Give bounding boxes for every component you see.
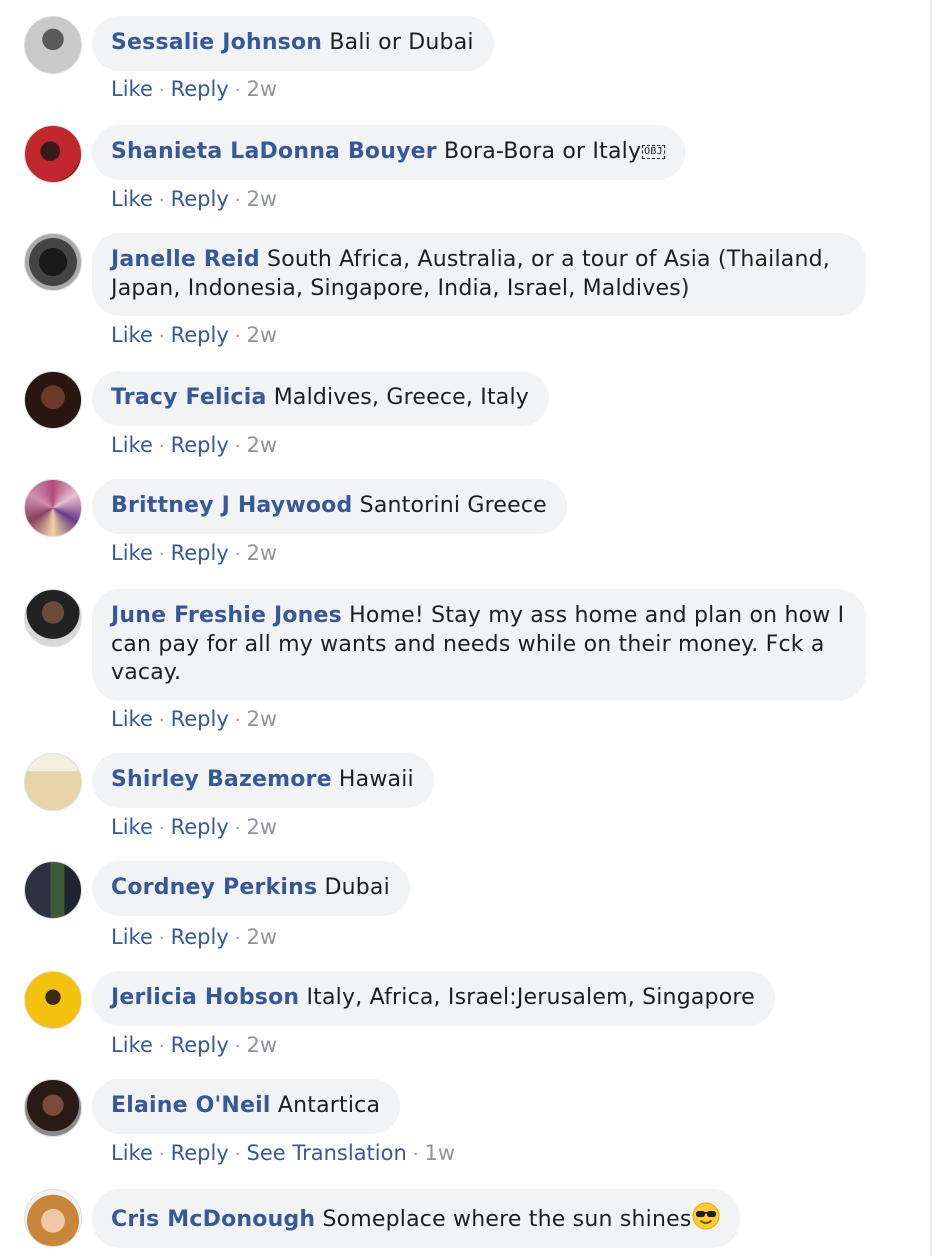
timestamp[interactable]: 2w bbox=[247, 323, 278, 347]
like-link[interactable]: Like bbox=[111, 925, 153, 949]
comment-actions: Like · Reply · 2w bbox=[111, 925, 278, 949]
timestamp[interactable]: 2w bbox=[247, 1033, 278, 1057]
timestamp[interactable]: 2w bbox=[247, 433, 278, 457]
comment-bubble: Sessalie Johnson Bali or Dubai bbox=[92, 16, 494, 71]
comment-text: Bora-Bora or Italy bbox=[444, 139, 642, 164]
comments-panel: Sessalie Johnson Bali or Dubai Like · Repl… bbox=[0, 0, 932, 1256]
comment-bubble: Cris McDonough Someplace where the sun s… bbox=[92, 1189, 740, 1248]
comment-actions: Like · Reply · 2w bbox=[111, 541, 278, 565]
sunglasses-emoji-icon bbox=[692, 1202, 719, 1230]
like-link[interactable]: Like bbox=[111, 1141, 153, 1165]
comment-actions: Like · Reply · 2w bbox=[111, 1033, 278, 1057]
comment-text: Santorini Greece bbox=[359, 493, 547, 518]
comment-text: Italy, Africa, Israel:Jerusalem, Singapo… bbox=[306, 985, 755, 1010]
comment-bubble: June Freshie Jones Home! Stay my ass hom… bbox=[92, 589, 866, 701]
comment-actions: Like · Reply · 2w bbox=[111, 433, 278, 457]
comment-bubble: Cordney Perkins Dubai bbox=[92, 861, 410, 916]
comment-actions: Like · Reply · 2w bbox=[111, 707, 278, 731]
reply-link[interactable]: Reply bbox=[171, 815, 229, 839]
avatar[interactable] bbox=[24, 861, 82, 919]
timestamp[interactable]: 1w bbox=[425, 1141, 456, 1165]
like-link[interactable]: Like bbox=[111, 815, 153, 839]
commenter-name[interactable]: Shanieta LaDonna Bouyer bbox=[111, 139, 437, 164]
avatar[interactable] bbox=[24, 589, 82, 647]
like-link[interactable]: Like bbox=[111, 77, 153, 101]
timestamp[interactable]: 2w bbox=[247, 707, 278, 731]
object-replacement-glyph: OBJ bbox=[642, 145, 665, 159]
comment-text: Dubai bbox=[324, 875, 390, 900]
comment-bubble: Jerlicia Hobson Italy, Africa, Israel:Je… bbox=[92, 971, 775, 1026]
timestamp[interactable]: 2w bbox=[247, 815, 278, 839]
commenter-name[interactable]: June Freshie Jones bbox=[111, 603, 342, 628]
timestamp[interactable]: 2w bbox=[247, 187, 278, 211]
commenter-name[interactable]: Shirley Bazemore bbox=[111, 767, 332, 792]
reply-link[interactable]: Reply bbox=[171, 541, 229, 565]
commenter-name[interactable]: Cris McDonough bbox=[111, 1207, 315, 1232]
like-link[interactable]: Like bbox=[111, 433, 153, 457]
see-translation-link[interactable]: See Translation bbox=[247, 1141, 407, 1165]
comment-actions: Like · Reply · 2w bbox=[111, 815, 278, 839]
like-link[interactable]: Like bbox=[111, 541, 153, 565]
comment-bubble: Tracy Felicia Maldives, Greece, Italy bbox=[92, 371, 549, 426]
like-link[interactable]: Like bbox=[111, 707, 153, 731]
comment-actions: Like · Reply · 2w bbox=[111, 323, 278, 347]
comment-text: Hawaii bbox=[338, 767, 414, 792]
reply-link[interactable]: Reply bbox=[171, 77, 229, 101]
commenter-name[interactable]: Brittney J Haywood bbox=[111, 493, 352, 518]
reply-link[interactable]: Reply bbox=[171, 707, 229, 731]
commenter-name[interactable]: Tracy Felicia bbox=[111, 385, 267, 410]
like-link[interactable]: Like bbox=[111, 1033, 153, 1057]
like-link[interactable]: Like bbox=[111, 187, 153, 211]
reply-link[interactable]: Reply bbox=[171, 1033, 229, 1057]
commenter-name[interactable]: Cordney Perkins bbox=[111, 875, 317, 900]
avatar[interactable] bbox=[24, 16, 82, 74]
avatar[interactable] bbox=[24, 971, 82, 1029]
reply-link[interactable]: Reply bbox=[171, 187, 229, 211]
avatar[interactable] bbox=[24, 753, 82, 811]
timestamp[interactable]: 2w bbox=[247, 541, 278, 565]
commenter-name[interactable]: Elaine O'Neil bbox=[111, 1093, 271, 1118]
comment-text: Bali or Dubai bbox=[329, 30, 474, 55]
comment-bubble: Elaine O'Neil Antartica bbox=[92, 1079, 401, 1134]
avatar[interactable] bbox=[24, 371, 82, 429]
comment-text: Maldives, Greece, Italy bbox=[273, 385, 529, 410]
reply-link[interactable]: Reply bbox=[171, 323, 229, 347]
reply-link[interactable]: Reply bbox=[171, 1141, 229, 1165]
reply-link[interactable]: Reply bbox=[171, 433, 229, 457]
comment-bubble: Shanieta LaDonna Bouyer Bora-Bora or Ita… bbox=[92, 125, 685, 180]
comment-actions: Like · Reply · 2w bbox=[111, 187, 278, 211]
avatar[interactable] bbox=[24, 125, 82, 183]
commenter-name[interactable]: Sessalie Johnson bbox=[111, 30, 322, 55]
avatar[interactable] bbox=[24, 233, 82, 291]
comment-bubble: Janelle Reid South Africa, Australia, or… bbox=[92, 233, 866, 316]
comment-text: Antartica bbox=[277, 1093, 381, 1118]
comment-text: Someplace where the sun shines bbox=[322, 1207, 692, 1232]
comment-bubble: Shirley Bazemore Hawaii bbox=[92, 753, 434, 808]
avatar[interactable] bbox=[24, 1189, 82, 1247]
avatar[interactable] bbox=[24, 479, 82, 537]
comment-bubble: Brittney J Haywood Santorini Greece bbox=[92, 479, 567, 534]
comment-actions: Like · Reply · 2w bbox=[111, 77, 278, 101]
like-link[interactable]: Like bbox=[111, 323, 153, 347]
commenter-name[interactable]: Janelle Reid bbox=[111, 247, 260, 272]
reply-link[interactable]: Reply bbox=[171, 925, 229, 949]
timestamp[interactable]: 2w bbox=[247, 77, 278, 101]
timestamp[interactable]: 2w bbox=[247, 925, 278, 949]
commenter-name[interactable]: Jerlicia Hobson bbox=[111, 985, 299, 1010]
comment-actions: Like · Reply · See Translation · 1w bbox=[111, 1141, 456, 1165]
avatar[interactable] bbox=[24, 1079, 82, 1137]
